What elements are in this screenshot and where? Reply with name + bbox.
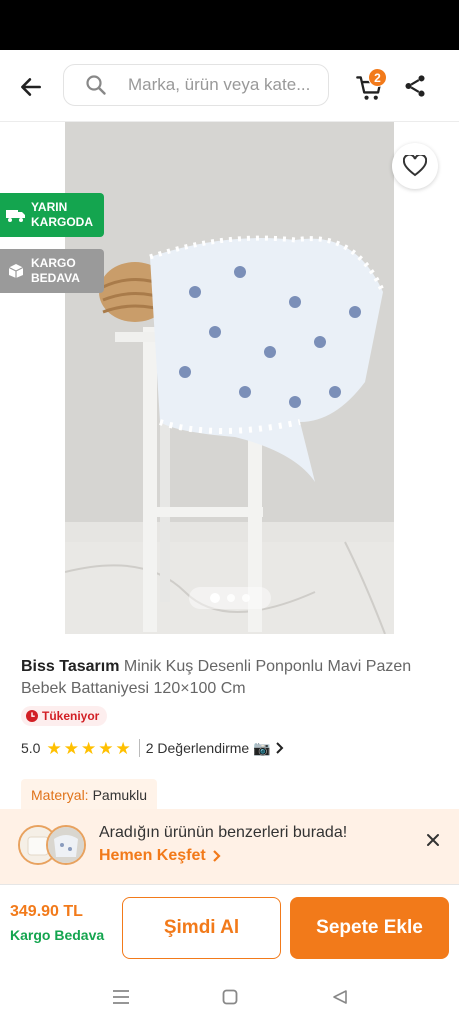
buy-now-button[interactable]: Şimdi Al	[122, 897, 281, 959]
status-bar	[0, 0, 459, 50]
next-day-shipping-label: YARIN KARGODA	[31, 200, 93, 229]
rating-stars: ★ ★ ★ ★ ★	[46, 740, 130, 757]
gallery-dot-1[interactable]	[210, 593, 220, 603]
star-icon: ★	[63, 738, 79, 758]
similar-products-text: Aradığın ürünün benzerleri burada!	[99, 824, 348, 841]
star-icon: ★	[115, 738, 131, 758]
attribute-chip-material[interactable]: Materyal: Pamuklu	[21, 779, 158, 811]
search-bar[interactable]	[63, 64, 329, 106]
favorite-button[interactable]	[392, 143, 438, 189]
box-icon	[5, 263, 27, 279]
attribute-value: Pamuklu	[92, 787, 148, 803]
reviews-link[interactable]: 2 Değerlendirme 📷	[146, 740, 285, 757]
free-shipping-label: KARGO BEDAVA	[31, 256, 80, 285]
price: 349.90 TL	[10, 903, 83, 920]
product-photo[interactable]	[65, 122, 394, 634]
discover-link[interactable]: Hemen Keşfet	[99, 847, 221, 865]
product-title: Biss Tasarım Minik Kuş Desenli Ponponlu …	[21, 656, 441, 700]
chevron-right-icon	[212, 850, 221, 862]
gallery-dot-3[interactable]	[242, 594, 250, 602]
menu-icon	[113, 990, 129, 1004]
system-back-button[interactable]	[328, 985, 352, 1009]
clock-icon	[26, 710, 38, 722]
share-button[interactable]	[402, 73, 430, 101]
rating-score: 5.0	[21, 740, 41, 756]
chevron-right-icon	[275, 742, 283, 754]
divider	[138, 739, 140, 757]
blanket-on-stool-image	[65, 122, 394, 634]
top-bar: 2	[0, 50, 459, 122]
back-triangle-icon	[333, 990, 347, 1004]
back-button[interactable]	[14, 70, 48, 104]
truck-icon	[5, 207, 27, 223]
search-icon	[84, 73, 108, 97]
arrow-left-icon	[21, 78, 41, 96]
attribute-key: Materyal:	[31, 787, 89, 803]
product-image-gallery[interactable]: YARIN KARGODA KARGO BEDAVA	[0, 122, 459, 634]
stock-status-label: Tükeniyor	[42, 709, 100, 723]
close-icon	[427, 834, 439, 846]
free-shipping-badge: KARGO BEDAVA	[0, 249, 104, 293]
similar-thumbnail-2	[46, 825, 86, 865]
share-icon	[405, 75, 425, 97]
cart-button[interactable]: 2	[352, 68, 392, 104]
star-icon: ★	[46, 738, 62, 758]
home-button[interactable]	[218, 985, 242, 1009]
cart-count-badge: 2	[368, 68, 387, 87]
star-icon: ★	[80, 738, 97, 758]
close-button[interactable]	[422, 829, 444, 851]
next-day-shipping-badge: YARIN KARGODA	[0, 193, 104, 237]
reviews-label: 2 Değerlendirme 📷	[145, 739, 271, 756]
gallery-pagination[interactable]	[189, 587, 271, 609]
recent-apps-button[interactable]	[109, 985, 133, 1009]
heart-icon	[403, 155, 427, 177]
system-nav-bar	[0, 970, 459, 1024]
product-brand[interactable]: Biss Tasarım	[21, 658, 119, 675]
similar-products-banner[interactable]: Aradığın ürünün benzerleri burada! Hemen…	[0, 809, 459, 884]
add-to-cart-button[interactable]: Sepete Ekle	[290, 897, 449, 959]
discover-link-label: Hemen Keşfet	[99, 847, 206, 864]
shipping-info: Kargo Bedava	[10, 927, 105, 943]
home-square-icon	[222, 989, 238, 1005]
star-icon: ★	[98, 738, 114, 758]
gallery-dot-2[interactable]	[227, 594, 235, 602]
purchase-bar: 349.90 TL Kargo Bedava Şimdi Al Sepete E…	[0, 884, 459, 970]
stock-status-badge: Tükeniyor	[21, 706, 108, 726]
search-input[interactable]	[128, 75, 328, 95]
rating-row[interactable]: 5.0 ★ ★ ★ ★ ★ 2 Değerlendirme 📷	[21, 737, 285, 759]
